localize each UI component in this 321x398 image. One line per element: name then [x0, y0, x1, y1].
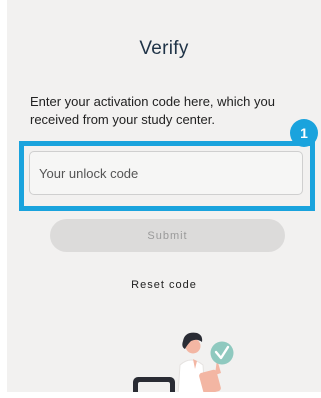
page-title: Verify: [139, 38, 189, 59]
unlock-code-input[interactable]: [29, 151, 303, 195]
verification-illustration: [133, 332, 234, 392]
person-figure-icon: [177, 332, 221, 392]
bottom-edge: [0, 392, 321, 398]
phone-device-icon: [133, 377, 175, 392]
instructions-text: Enter your activation code here, which y…: [30, 94, 275, 127]
verify-screen: Verify Enter your activation code here, …: [7, 0, 321, 392]
callout-number-badge: 1: [290, 119, 318, 147]
check-badge-icon: [210, 341, 234, 365]
reset-code-link[interactable]: Reset code: [7, 279, 321, 291]
submit-button[interactable]: Submit: [50, 219, 285, 252]
